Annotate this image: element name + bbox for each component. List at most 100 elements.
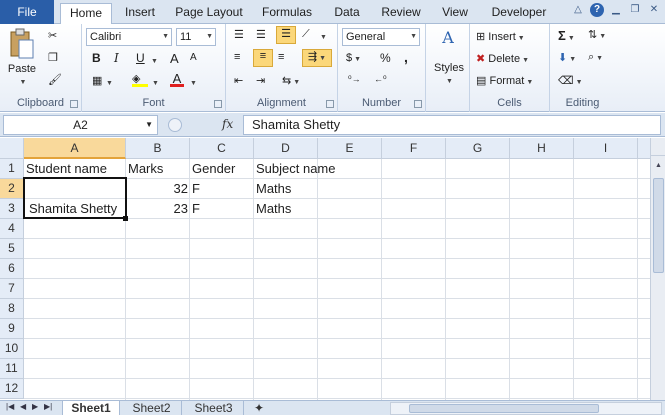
last-sheet-icon[interactable]: ▶| [44,402,52,411]
column-header-e[interactable]: E [318,138,382,159]
decrease-indent-icon[interactable]: ⇤ [234,74,243,87]
cell-d2[interactable]: Maths [254,179,318,199]
fill-handle[interactable] [123,216,128,221]
sheet-tab-1[interactable]: Sheet1 [62,401,120,415]
tab-formulas[interactable]: Formulas [258,3,316,24]
format-painter-icon[interactable]: 🖌 [48,73,62,86]
column-header-g[interactable]: G [446,138,510,159]
styles-dropdown-icon[interactable]: ▼ [444,74,453,86]
decrease-decimal-icon[interactable]: ←⁰ [374,74,387,85]
worksheet-grid[interactable]: A B C D E F G H I 1 2 3 4 5 6 7 8 9 10 1… [0,138,650,400]
clipboard-launcher-icon[interactable] [70,100,78,108]
merge-center-icon[interactable]: ⇆ ▼ [282,74,300,87]
tab-home[interactable]: Home [60,3,112,25]
scroll-up-icon[interactable]: ▲ [651,158,665,173]
increase-decimal-icon[interactable]: ⁰→ [348,74,361,85]
column-header-h[interactable]: H [510,138,574,159]
tab-review[interactable]: Review [378,3,424,24]
insert-function-button[interactable]: fx [222,117,233,131]
orientation-icon[interactable]: ⟋ [302,28,310,41]
cell-b2[interactable]: 32 [126,179,190,199]
tab-file[interactable]: File [0,0,54,24]
row-header-3[interactable]: 3 [0,199,24,219]
cell-c1[interactable]: Gender [190,159,254,179]
copy-icon[interactable]: ❐ [48,51,58,64]
align-left-icon[interactable]: ≡ [234,51,240,63]
cell-d3[interactable]: Maths [254,199,318,219]
alignment-launcher-icon[interactable] [326,100,334,108]
cell-d1[interactable]: Subject name [254,159,336,179]
help-icon[interactable]: ? [590,3,604,17]
cell-c3[interactable]: F [190,199,254,219]
prev-sheet-icon[interactable]: ◀ [20,402,26,411]
insert-sheet-icon[interactable]: ✦ [246,401,272,415]
row-header-2[interactable]: 2 [0,179,24,199]
styles-icon[interactable]: A [437,28,459,54]
row-header-6[interactable]: 6 [0,259,24,279]
fill-color-button[interactable]: ◈ [132,72,148,87]
minimize-ribbon-icon[interactable]: △ [571,3,585,17]
column-header-a[interactable]: A [24,138,126,159]
paste-dropdown-icon[interactable]: ▼ [20,79,27,86]
clear-icon[interactable]: ⌫ ▼ [558,74,583,87]
name-box[interactable]: A2 ▼ [3,115,158,135]
fill-color-dropdown-icon[interactable]: ▼ [150,76,159,88]
row-header-11[interactable]: 11 [0,359,24,379]
column-header-c[interactable]: C [190,138,254,159]
borders-icon[interactable]: ▦ [92,74,102,87]
tab-developer[interactable]: Developer [486,3,552,24]
delete-cells-button[interactable]: ✖ Delete ▼ [476,52,529,65]
tab-view[interactable]: View [437,3,473,24]
cell-c2[interactable]: F [190,179,254,199]
bold-button[interactable]: B [92,51,101,65]
font-color-dropdown-icon[interactable]: ▼ [188,76,197,88]
column-header-b[interactable]: B [126,138,190,159]
tab-data[interactable]: Data [330,3,364,24]
next-sheet-icon[interactable]: ▶ [32,402,38,411]
orientation-dropdown-icon[interactable]: ▼ [318,30,327,42]
underline-button[interactable]: U [136,51,145,65]
format-cells-button[interactable]: ▤ Format ▼ [476,74,533,87]
number-format-combo[interactable]: General ▼ [342,28,420,46]
formula-input[interactable]: Shamita Shetty [243,115,661,135]
font-size-combo[interactable]: 11 ▼ [176,28,216,46]
wrap-text-icon[interactable]: ⇶ ▼ [302,49,332,67]
column-header-f[interactable]: F [382,138,446,159]
cell-b1[interactable]: Marks [126,159,190,179]
percent-button[interactable]: % [380,51,391,65]
cut-icon[interactable]: ✂ [48,29,57,42]
shrink-font-button[interactable]: A [190,52,197,63]
find-select-icon[interactable]: ⌕ ▼ [588,51,603,64]
sheet-tab-3[interactable]: Sheet3 [184,401,244,415]
align-center-icon[interactable]: ≡ [253,49,273,67]
tab-page-layout[interactable]: Page Layout [172,3,246,24]
font-name-combo[interactable]: Calibri ▼ [86,28,172,46]
formula-bar-expander-icon[interactable] [168,118,182,132]
row-header-12[interactable]: 12 [0,379,24,399]
top-align-icon[interactable]: ☰ [234,28,244,41]
horizontal-scroll-thumb[interactable] [409,404,599,413]
currency-icon[interactable]: $ ▼ [346,52,361,64]
first-sheet-icon[interactable]: |◀ [6,402,14,411]
sheet-tab-2[interactable]: Sheet2 [122,401,182,415]
grow-font-button[interactable]: A [170,51,179,66]
comma-button[interactable]: , [404,49,408,65]
fill-icon[interactable]: ⬇ ▼ [558,51,576,64]
row-header-9[interactable]: 9 [0,319,24,339]
middle-align-icon[interactable]: ☰ [256,28,266,41]
row-header-4[interactable]: 4 [0,219,24,239]
split-box[interactable] [651,138,665,156]
paste-button[interactable]: Paste ▼ [6,28,38,87]
cell-b3[interactable]: 23 [126,199,190,219]
align-right-icon[interactable]: ≡ [278,51,284,63]
row-header-1[interactable]: 1 [0,159,24,179]
close-icon[interactable]: ✕ [647,3,661,17]
insert-cells-button[interactable]: ⊞ Insert ▼ [476,30,525,43]
tab-insert[interactable]: Insert [120,3,160,24]
font-launcher-icon[interactable] [214,100,222,108]
row-header-8[interactable]: 8 [0,299,24,319]
number-launcher-icon[interactable] [414,100,422,108]
restore-icon[interactable]: ❐ [628,3,642,17]
autosum-button[interactable]: Σ ▼ [558,28,575,43]
select-all-corner[interactable] [0,138,24,159]
